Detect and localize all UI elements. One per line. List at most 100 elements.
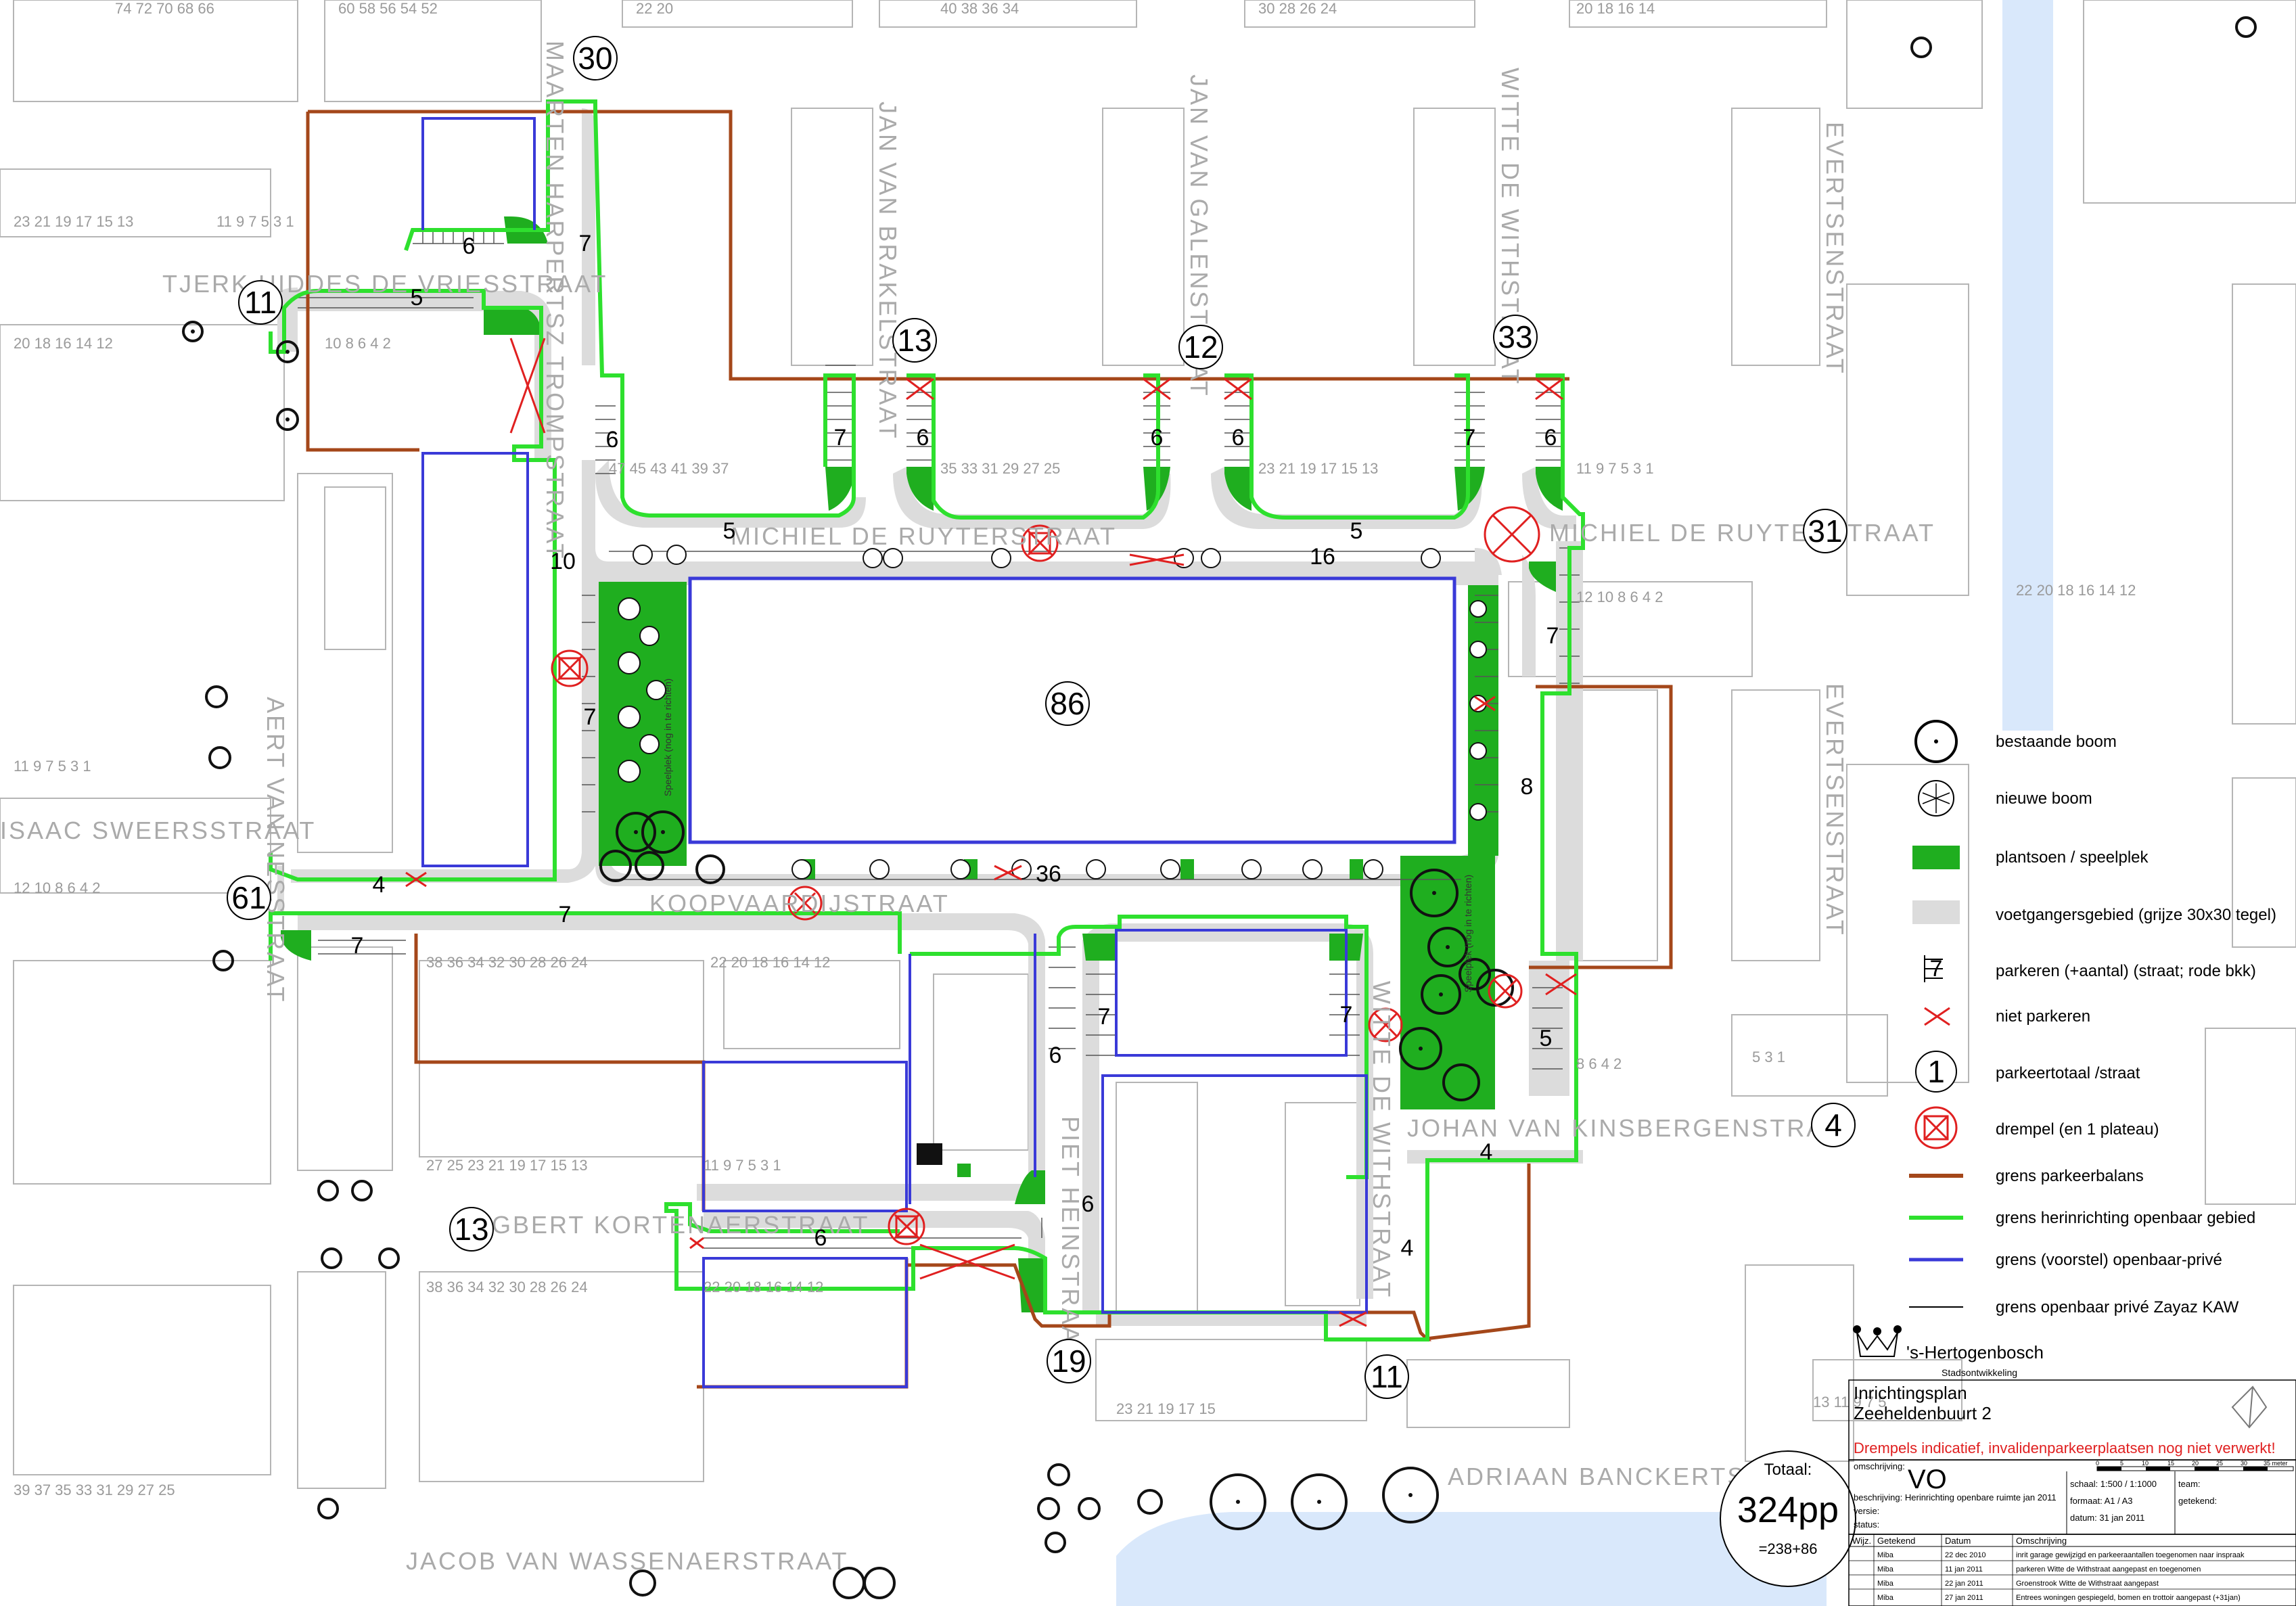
totaal-badge: Totaal: 324pp =238+86 bbox=[1720, 1450, 1856, 1587]
street-name: KOOPVAARDIJSTRAAT bbox=[649, 890, 950, 917]
svg-text:20 18 16 14: 20 18 16 14 bbox=[1576, 0, 1655, 17]
legend-total-symbol: 1 bbox=[1927, 1054, 1945, 1089]
speelplek-label: Speelplek (nog in te richten) bbox=[662, 679, 673, 796]
totaal-value: 324pp bbox=[1737, 1490, 1839, 1530]
legend-label: drempel (en 1 plateau) bbox=[1996, 1120, 2159, 1139]
parking-count: 7 bbox=[1463, 425, 1476, 451]
rev-header: Wijz. bbox=[1852, 1536, 1871, 1546]
nieuwe-boom-icon bbox=[1918, 780, 1954, 817]
scale-tick: 20 bbox=[2192, 1460, 2199, 1467]
svg-text:22 20 18 16 14 12: 22 20 18 16 14 12 bbox=[2016, 582, 2136, 599]
street-total: 86 bbox=[1050, 686, 1084, 721]
street-total: 13 bbox=[897, 323, 932, 358]
svg-text:12 10 8 6 4 2: 12 10 8 6 4 2 bbox=[14, 879, 100, 896]
street-name: MAARTEN HARPERTSZ TROMPSTRAAT bbox=[541, 41, 569, 560]
parking-count: 7 bbox=[1098, 1004, 1111, 1030]
svg-text:27 25 23 21 19 17 15 13: 27 25 23 21 19 17 15 13 bbox=[426, 1157, 588, 1174]
parking-count: 6 bbox=[1049, 1042, 1062, 1068]
svg-text:8 6 4 2: 8 6 4 2 bbox=[1576, 1055, 1622, 1072]
street-total: 61 bbox=[231, 880, 266, 915]
legend-label: grens (voorstel) openbaar-privé bbox=[1996, 1251, 2222, 1269]
warning-text: Drempels indicatief, invalidenparkeerpla… bbox=[1854, 1440, 2276, 1456]
street-name: EVERTSENSTRAAT bbox=[1821, 122, 1849, 375]
svg-text:22 20: 22 20 bbox=[636, 0, 673, 17]
street-total: 13 bbox=[454, 1212, 488, 1247]
parking-count: 6 bbox=[1232, 425, 1245, 451]
parking-count: 6 bbox=[1082, 1191, 1095, 1217]
svg-text:23 21 19 17 15 13: 23 21 19 17 15 13 bbox=[1258, 460, 1378, 477]
legend-label: grens herinrichting openbaar gebied bbox=[1996, 1209, 2255, 1227]
org-name: 's-Hertogenbosch bbox=[1906, 1342, 2044, 1362]
inrichtingsplan-map: 74 72 70 68 66 60 58 56 54 52 22 20 40 3… bbox=[0, 0, 2296, 1606]
street-name: JOHAN VAN KINSBERGENSTRAAT bbox=[1407, 1114, 1858, 1142]
street-name: MICHIEL DE RUYTERSTRAAT bbox=[1549, 519, 1935, 547]
street-total: 30 bbox=[578, 41, 612, 76]
svg-text:23 21 19 17 15 13: 23 21 19 17 15 13 bbox=[14, 213, 133, 230]
parking-count: 36 bbox=[1036, 861, 1061, 887]
rev-header: Datum bbox=[1945, 1536, 1971, 1546]
street-total: 33 bbox=[1498, 319, 1532, 354]
street-name: ISAAC SWEERSSTRAAT bbox=[0, 817, 316, 844]
speelplek-label: Speelplek (nog in te richten) bbox=[1463, 875, 1473, 992]
street-name: JAN VAN BRAKELSTRAAT bbox=[874, 101, 902, 440]
svg-text:11 9 7 5 3 1: 11 9 7 5 3 1 bbox=[1576, 460, 1654, 477]
svg-text:20 18 16 14 12: 20 18 16 14 12 bbox=[14, 335, 113, 352]
legend-label: bestaande boom bbox=[1996, 733, 2117, 751]
svg-text:60 58 56 54 52: 60 58 56 54 52 bbox=[338, 0, 438, 17]
svg-text:35 33 31 29 27 25: 35 33 31 29 27 25 bbox=[940, 460, 1060, 477]
legend-parking-symbol: 7 bbox=[1930, 956, 1943, 982]
datum: datum: 31 jan 2011 bbox=[2070, 1513, 2144, 1523]
totaal-label: Totaal: bbox=[1764, 1461, 1812, 1479]
svg-text:10 8 6 4 2: 10 8 6 4 2 bbox=[325, 335, 391, 352]
svg-text:22 20 18 16 14 12: 22 20 18 16 14 12 bbox=[704, 1279, 823, 1295]
parking-count: 10 bbox=[550, 549, 576, 574]
parking-count: 6 bbox=[463, 233, 476, 259]
org-sub: Stadsontwikkeling bbox=[1942, 1367, 2017, 1378]
rev-cell: Miba bbox=[1877, 1551, 1894, 1559]
parking-count: 5 bbox=[1540, 1026, 1553, 1051]
rev-cell: Entrees woningen gespiegeld, bomen en tr… bbox=[2016, 1594, 2241, 1602]
phase: VO bbox=[1908, 1465, 1947, 1494]
svg-text:40 38 36 34: 40 38 36 34 bbox=[940, 0, 1019, 17]
totaal-breakdown: =238+86 bbox=[1759, 1540, 1818, 1557]
scale-tick: 30 bbox=[2241, 1460, 2247, 1467]
plantsoen-icon bbox=[1912, 846, 1960, 869]
scale-tick: 35 meter bbox=[2264, 1460, 2288, 1467]
rev-cell: Miba bbox=[1877, 1580, 1894, 1588]
rev-cell: Miba bbox=[1877, 1594, 1894, 1602]
rev-header: Getekend bbox=[1877, 1536, 1915, 1546]
street-total: 11 bbox=[1371, 1359, 1403, 1394]
svg-text:5 3 1: 5 3 1 bbox=[1752, 1049, 1785, 1065]
street-name: PIET HEINSTRAAT bbox=[1057, 1116, 1084, 1360]
svg-text:39 37 35 33 31 29 27 25: 39 37 35 33 31 29 27 25 bbox=[14, 1482, 175, 1498]
street-total: 4 bbox=[1824, 1107, 1842, 1143]
svg-text:38 36 34 32 30 28 26 24: 38 36 34 32 30 28 26 24 bbox=[426, 954, 588, 971]
plan-title: Inrichtingsplan bbox=[1854, 1383, 1967, 1403]
street-name: EVERTSENSTRAAT bbox=[1821, 683, 1849, 937]
svg-text:47 45 43 41 39 37: 47 45 43 41 39 37 bbox=[609, 460, 729, 477]
legend-label: voetgangersgebied (grijze 30x30 tegel) bbox=[1996, 906, 2276, 924]
street-name: MICHIEL DE RUYTERSTRAAT bbox=[731, 522, 1117, 550]
svg-text:38 36 34 32 30 28 26 24: 38 36 34 32 30 28 26 24 bbox=[426, 1279, 588, 1295]
street-name: WITTE DE WITHSTRAAT bbox=[1368, 981, 1396, 1299]
formaat: formaat: A1 / A3 bbox=[2070, 1496, 2133, 1506]
parking-count: 5 bbox=[411, 285, 423, 311]
street-name: TJERK HIDDES DE VRIESSTRAAT bbox=[162, 270, 607, 298]
parking-count: 8 bbox=[1521, 774, 1534, 800]
parking-count: 6 bbox=[814, 1225, 827, 1251]
rev-cell: parkeren Witte de Withstraat aangepast e… bbox=[2016, 1565, 2201, 1574]
parking-count: 7 bbox=[584, 704, 597, 730]
legend-label: parkeertotaal /straat bbox=[1996, 1064, 2140, 1082]
parking-count: 7 bbox=[559, 902, 572, 927]
parking-count: 7 bbox=[351, 933, 364, 959]
parking-count: 7 bbox=[1340, 1002, 1353, 1028]
team: team: bbox=[2178, 1479, 2201, 1489]
parking-count: 6 bbox=[1151, 425, 1164, 451]
rev-cell: 11 jan 2011 bbox=[1945, 1565, 1983, 1574]
svg-text:22 20 18 16 14 12: 22 20 18 16 14 12 bbox=[710, 954, 830, 971]
parking-count: 7 bbox=[579, 231, 592, 256]
street-name: AERT VAN NESSTRAAT bbox=[262, 697, 290, 1003]
scale-tick: 25 bbox=[2216, 1460, 2223, 1467]
svg-text:12 10 8 6 4 2: 12 10 8 6 4 2 bbox=[1576, 589, 1663, 605]
svg-text:11 9 7 5 3 1: 11 9 7 5 3 1 bbox=[704, 1157, 781, 1174]
